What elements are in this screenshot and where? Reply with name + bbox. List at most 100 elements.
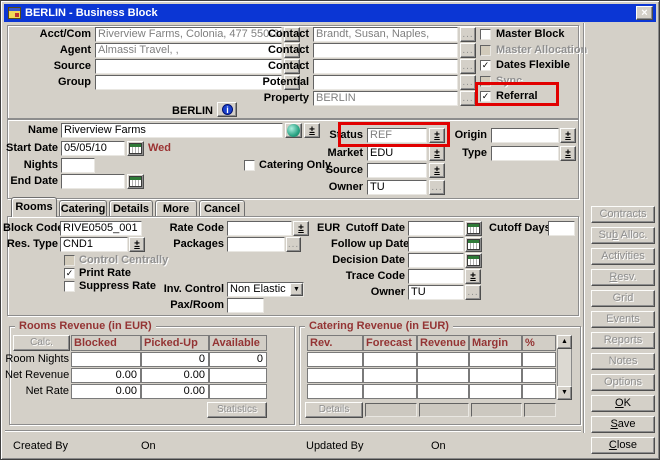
scroll-up-icon[interactable]: ▲ [557, 335, 572, 349]
tab-catering[interactable]: Catering [59, 200, 107, 216]
source2-lov-button[interactable]: ± [429, 163, 445, 178]
dates-flexible-checkbox[interactable]: ✓ [480, 60, 491, 71]
activities-button[interactable]: Activities [591, 248, 655, 265]
catering-cell[interactable] [417, 352, 469, 367]
room-nights-available-cell[interactable]: 0 [209, 352, 267, 367]
potential-lov-button[interactable]: ... [460, 75, 476, 90]
calc-button[interactable]: Calc. [13, 335, 70, 351]
rate-code-field[interactable] [227, 221, 292, 236]
catering-cell[interactable] [417, 384, 469, 399]
contact1-lov-button[interactable]: ... [460, 27, 476, 42]
catering-only-checkbox[interactable] [244, 160, 255, 171]
decision-date-calendar-button[interactable] [465, 253, 482, 268]
status-lov-button[interactable]: ± [429, 128, 445, 143]
catering-cell[interactable] [417, 368, 469, 383]
owner-lov-button[interactable]: ... [429, 180, 445, 195]
catering-cell[interactable] [363, 352, 417, 367]
end-date-field[interactable] [61, 174, 125, 189]
name-field[interactable]: Riverview Farms [61, 123, 283, 138]
notes-button[interactable]: Notes [591, 353, 655, 370]
rate-code-lov-button[interactable]: ± [293, 221, 309, 236]
suppress-rate-checkbox[interactable] [64, 281, 75, 292]
rooms-owner-field[interactable]: TU [408, 285, 464, 300]
catering-cell[interactable] [469, 368, 522, 383]
catering-cell[interactable] [363, 368, 417, 383]
end-date-calendar-button[interactable] [127, 174, 144, 189]
type-field[interactable] [491, 146, 559, 161]
pax-room-field[interactable] [227, 298, 264, 313]
translate-button[interactable] [285, 123, 302, 138]
contact3-lov-button[interactable]: ... [460, 59, 476, 74]
tab-more[interactable]: More [155, 200, 197, 216]
catering-cell[interactable] [363, 384, 417, 399]
options-button[interactable]: Options [591, 374, 655, 391]
resv-button[interactable]: Resv. [591, 269, 655, 286]
net-rate-picked-up-cell[interactable]: 0.00 [141, 384, 209, 399]
res-type-lov-button[interactable]: ± [129, 237, 145, 252]
tab-cancel[interactable]: Cancel [199, 200, 245, 216]
decision-date-field[interactable] [408, 253, 464, 268]
referral-checkbox[interactable]: ✓ [480, 91, 491, 102]
room-nights-picked-up-cell[interactable]: 0 [141, 352, 209, 367]
events-button[interactable]: Events [591, 311, 655, 328]
start-date-field[interactable]: 05/05/10 [61, 141, 125, 156]
print-rate-checkbox[interactable]: ✓ [64, 268, 75, 279]
close-icon[interactable]: × [636, 6, 653, 20]
statistics-button[interactable]: Statistics [207, 402, 267, 418]
trace-code-field[interactable] [408, 269, 464, 284]
grid-button[interactable]: Grid [591, 290, 655, 307]
property-field[interactable]: BERLIN [313, 91, 458, 106]
type-lov-button[interactable]: ± [560, 146, 576, 161]
market-lov-button[interactable]: ± [429, 146, 445, 161]
market-field[interactable]: EDU [367, 146, 427, 161]
follow-up-date-field[interactable] [408, 237, 464, 252]
contact3-field[interactable] [313, 59, 458, 74]
start-date-calendar-button[interactable] [127, 141, 144, 156]
catering-cell[interactable] [307, 352, 363, 367]
cutoff-date-field[interactable] [408, 221, 464, 236]
status-field[interactable]: REF [367, 128, 427, 143]
block-code-field[interactable]: RIVE0505_001 [60, 221, 142, 236]
details-button[interactable]: Details [305, 402, 363, 418]
catering-cell[interactable] [522, 368, 556, 383]
follow-up-date-calendar-button[interactable] [465, 237, 482, 252]
contact2-field[interactable] [313, 43, 458, 58]
cutoff-date-calendar-button[interactable] [465, 221, 482, 236]
net-revenue-available-cell[interactable] [209, 368, 267, 383]
room-nights-blocked-cell[interactable] [71, 352, 141, 367]
info-button[interactable]: i [217, 102, 237, 117]
net-rate-available-cell[interactable] [209, 384, 267, 399]
rooms-owner-lov-button[interactable]: ... [465, 285, 481, 300]
reports-button[interactable]: Reports [591, 332, 655, 349]
net-revenue-picked-up-cell[interactable]: 0.00 [141, 368, 209, 383]
contracts-button[interactable]: Contracts [591, 206, 655, 223]
control-centrally-checkbox[interactable] [64, 255, 75, 266]
close-button[interactable]: Close [591, 437, 655, 454]
origin-lov-button[interactable]: ± [560, 128, 576, 143]
net-rate-blocked-cell[interactable]: 0.00 [71, 384, 141, 399]
res-type-field[interactable]: CND1 [60, 237, 128, 252]
net-revenue-blocked-cell[interactable]: 0.00 [71, 368, 141, 383]
catering-cell[interactable] [307, 368, 363, 383]
nights-field[interactable] [61, 158, 95, 173]
tab-rooms[interactable]: Rooms [11, 197, 57, 217]
property-lov-button[interactable]: ... [460, 91, 476, 106]
tab-details[interactable]: Details [109, 200, 153, 216]
packages-field[interactable] [227, 237, 285, 252]
owner-field[interactable]: TU [367, 180, 427, 195]
sync-checkbox[interactable] [480, 76, 491, 87]
trace-code-lov-button[interactable]: ± [465, 269, 481, 284]
contact2-lov-button[interactable]: ... [460, 43, 476, 58]
packages-lov-button[interactable]: ... [286, 237, 301, 252]
catering-cell[interactable] [522, 384, 556, 399]
ok-button[interactable]: OK [591, 395, 655, 412]
potential-field[interactable] [313, 75, 458, 90]
contact1-field[interactable]: Brandt, Susan, Naples, [313, 27, 458, 42]
master-allocation-checkbox[interactable] [480, 45, 491, 56]
catering-cell[interactable] [469, 352, 522, 367]
origin-field[interactable] [491, 128, 559, 143]
save-button[interactable]: Save [591, 416, 655, 433]
chevron-down-icon[interactable]: ▼ [290, 283, 303, 296]
master-block-checkbox[interactable] [480, 29, 491, 40]
catering-cell[interactable] [522, 352, 556, 367]
